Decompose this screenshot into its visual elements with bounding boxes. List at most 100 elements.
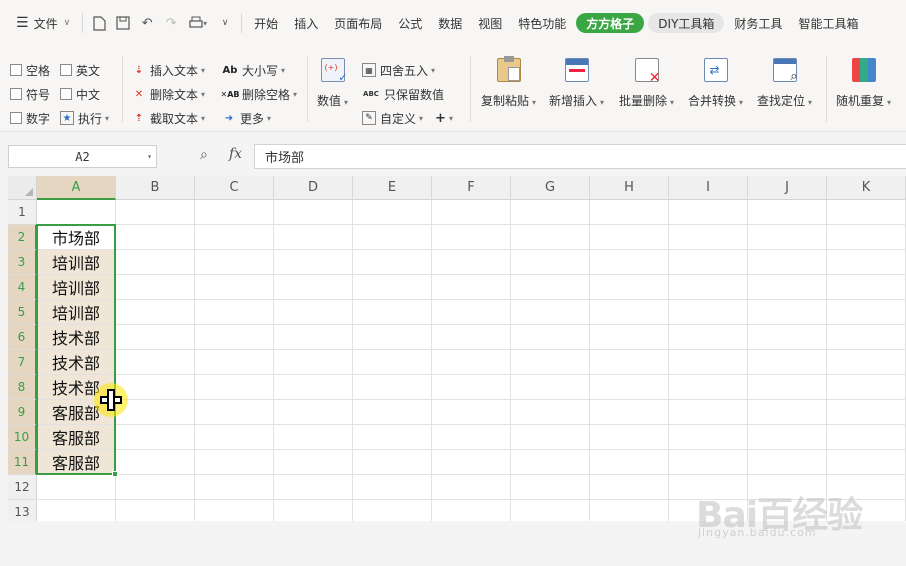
cell-i9[interactable] [669, 400, 748, 425]
cell-g2[interactable] [511, 225, 590, 250]
cell-k13[interactable] [827, 500, 906, 521]
execute-button-label[interactable]: 执行 [78, 110, 102, 127]
cell-h1[interactable] [590, 200, 669, 225]
cell-g13[interactable] [511, 500, 590, 521]
cell-d8[interactable] [274, 375, 353, 400]
cell-b6[interactable] [116, 325, 195, 350]
cell-g1[interactable] [511, 200, 590, 225]
cell-d10[interactable] [274, 425, 353, 450]
cell-f6[interactable] [432, 325, 511, 350]
cell-h7[interactable] [590, 350, 669, 375]
cell-e2[interactable] [353, 225, 432, 250]
tab-finance-tools[interactable]: 财务工具 [726, 12, 790, 34]
cell-g4[interactable] [511, 275, 590, 300]
cell-b7[interactable] [116, 350, 195, 375]
cell-h3[interactable] [590, 250, 669, 275]
checkbox-number[interactable] [10, 112, 22, 124]
cell-a1[interactable] [37, 200, 116, 225]
find-locate-button[interactable]: ⌕ 查找定位 ▾ [757, 58, 812, 109]
dropdown-arrow-icon[interactable]: ▾ [105, 114, 109, 123]
cell-j9[interactable] [748, 400, 827, 425]
cell-i5[interactable] [669, 300, 748, 325]
column-header-h[interactable]: H [590, 176, 669, 200]
cell-k6[interactable] [827, 325, 906, 350]
cell-k4[interactable] [827, 275, 906, 300]
row-header-4[interactable]: 4 [8, 275, 37, 300]
cell-c7[interactable] [195, 350, 274, 375]
cell-h6[interactable] [590, 325, 669, 350]
cell-f1[interactable] [432, 200, 511, 225]
cell-f5[interactable] [432, 300, 511, 325]
dropdown-arrow-icon[interactable]: ▾ [449, 114, 453, 123]
cell-c2[interactable] [195, 225, 274, 250]
cell-e10[interactable] [353, 425, 432, 450]
tab-special-features[interactable]: 特色功能 [510, 12, 574, 34]
cell-g6[interactable] [511, 325, 590, 350]
tab-fangfang-gezi[interactable]: 方方格子 [576, 13, 645, 33]
column-header-b[interactable]: B [116, 176, 195, 200]
cell-f8[interactable] [432, 375, 511, 400]
cell-k1[interactable] [827, 200, 906, 225]
customize-toolbar-icon[interactable]: ∨ [213, 12, 237, 34]
numeric-button[interactable]: (+) ✓ 数值 ▾ [317, 58, 348, 109]
tab-data[interactable]: 数据 [430, 12, 470, 34]
cell-a7[interactable]: 技术部 [37, 350, 116, 375]
column-header-f[interactable]: F [432, 176, 511, 200]
cell-e8[interactable] [353, 375, 432, 400]
cell-g9[interactable] [511, 400, 590, 425]
cell-k8[interactable] [827, 375, 906, 400]
column-header-k[interactable]: K [827, 176, 906, 200]
cell-e3[interactable] [353, 250, 432, 275]
cell-a10[interactable]: 客服部 [37, 425, 116, 450]
cell-f2[interactable] [432, 225, 511, 250]
custom-button[interactable]: ✎ 自定义 ▾ + ▾ [362, 106, 453, 130]
cell-k9[interactable] [827, 400, 906, 425]
chevron-down-icon[interactable]: ▾ [147, 152, 152, 161]
insert-text-button[interactable]: ⇣ 插入文本 ▾ [132, 58, 205, 82]
cell-j1[interactable] [748, 200, 827, 225]
tab-insert[interactable]: 插入 [286, 12, 326, 34]
cell-e12[interactable] [353, 475, 432, 500]
cell-g10[interactable] [511, 425, 590, 450]
cell-e4[interactable] [353, 275, 432, 300]
row-header-5[interactable]: 5 [8, 300, 37, 325]
cell-b8[interactable] [116, 375, 195, 400]
row-header-3[interactable]: 3 [8, 250, 37, 275]
spreadsheet-grid[interactable]: A B C D E F G H I J K 1 2 市场部 3 培训部 4 培训部 5 培训部 6 技术部 7 技术部 8 技术部… [8, 176, 906, 521]
cell-k2[interactable] [827, 225, 906, 250]
cell-b5[interactable] [116, 300, 195, 325]
checkbox-chinese[interactable] [60, 88, 72, 100]
case-button[interactable]: Ab 大小写 ▾ [222, 58, 297, 82]
column-header-d[interactable]: D [274, 176, 353, 200]
row-header-8[interactable]: 8 [8, 375, 37, 400]
checkbox-symbol[interactable] [10, 88, 22, 100]
select-all-corner[interactable] [8, 176, 37, 200]
cell-f13[interactable] [432, 500, 511, 521]
name-box[interactable]: A2 ▾ [8, 145, 157, 168]
fill-handle[interactable] [112, 471, 118, 477]
cell-c1[interactable] [195, 200, 274, 225]
cell-i10[interactable] [669, 425, 748, 450]
cell-c10[interactable] [195, 425, 274, 450]
column-header-a[interactable]: A [37, 176, 116, 200]
tab-formulas[interactable]: 公式 [390, 12, 430, 34]
row-header-1[interactable]: 1 [8, 200, 37, 225]
cell-a12[interactable] [37, 475, 116, 500]
cell-j11[interactable] [748, 450, 827, 475]
cell-c5[interactable] [195, 300, 274, 325]
cell-c13[interactable] [195, 500, 274, 521]
file-menu[interactable]: ☰ 文件 ∨ [8, 12, 78, 34]
cell-c12[interactable] [195, 475, 274, 500]
zoom-search-icon[interactable]: ⌕ [200, 147, 208, 163]
cell-j13[interactable] [748, 500, 827, 521]
cell-e5[interactable] [353, 300, 432, 325]
cell-c11[interactable] [195, 450, 274, 475]
row-header-10[interactable]: 10 [8, 425, 37, 450]
new-document-icon[interactable] [87, 12, 111, 34]
round-button[interactable]: ▦ 四舍五入 ▾ [362, 58, 453, 82]
row-header-12[interactable]: 12 [8, 475, 37, 500]
formula-input[interactable]: 市场部 [254, 144, 906, 169]
row-header-2[interactable]: 2 [8, 225, 37, 250]
cell-h5[interactable] [590, 300, 669, 325]
print-icon[interactable]: ▾ [183, 12, 213, 34]
